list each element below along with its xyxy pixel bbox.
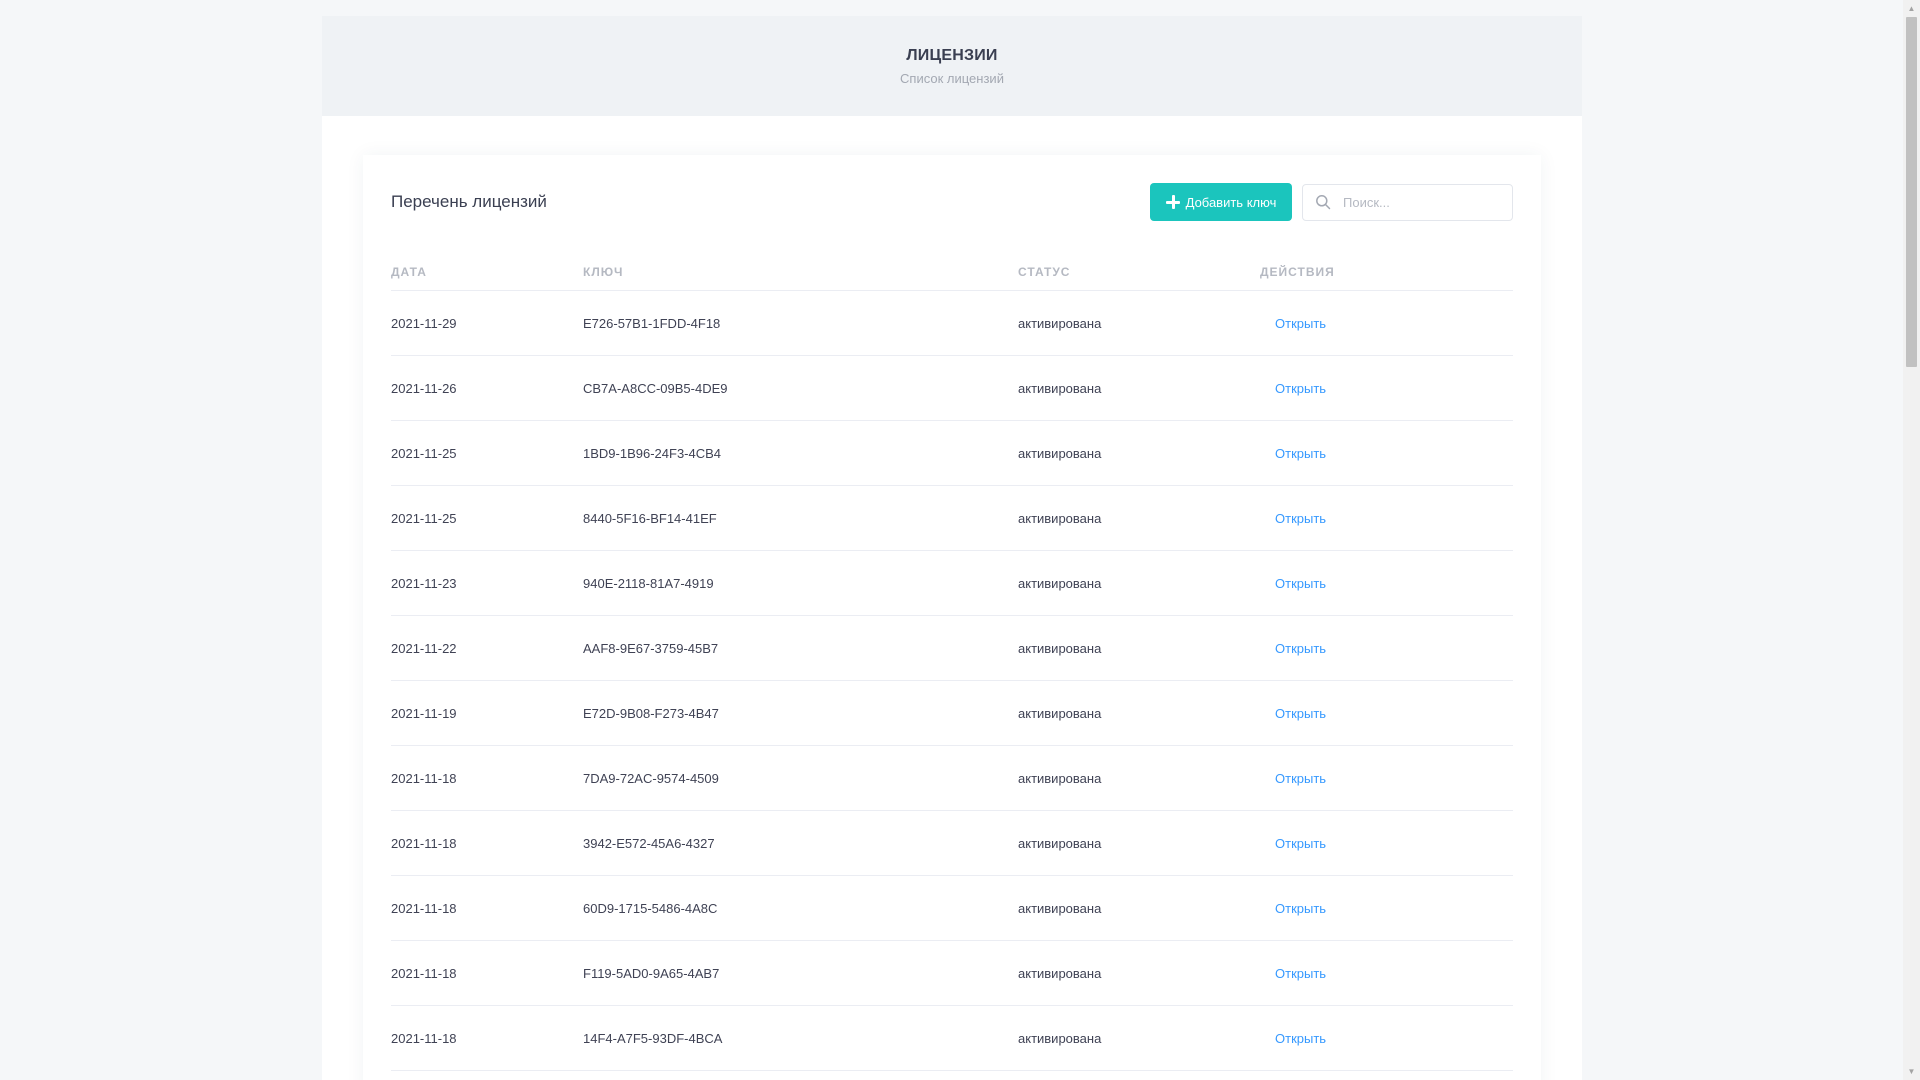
cell-status: активирована [1018, 680, 1260, 746]
table-row: 2021-11-26 CB7A-A8CC-09B5-4DE9 активиров… [391, 355, 1513, 421]
cell-key: E726-57B1-1FDD-4F18 [583, 290, 1018, 356]
cell-key: 60D9-1715-5486-4A8C [583, 875, 1018, 941]
cell-date: 2021-11-29 [391, 290, 583, 356]
open-link[interactable]: Открыть [1275, 446, 1326, 461]
cell-date: 2021-11-23 [391, 550, 583, 616]
column-header-date[interactable]: ДАТА [391, 254, 583, 291]
cell-date: 2021-11-18 [391, 1005, 583, 1071]
open-link[interactable]: Открыть [1275, 1031, 1326, 1046]
cell-key: F119-5AD0-9A65-4AB7 [583, 940, 1018, 1006]
scrollbar-thumb[interactable] [1906, 17, 1917, 367]
cell-key: CB7A-A8CC-09B5-4DE9 [583, 355, 1018, 421]
cell-date: 2021-11-18 [391, 810, 583, 876]
plus-icon [1165, 195, 1180, 209]
licenses-page: ЛИЦЕНЗИИ Список лицензий Перечень лиценз… [322, 16, 1582, 1080]
cell-date: 2021-11-18 [391, 875, 583, 941]
open-link[interactable]: Открыть [1275, 771, 1326, 786]
table-row: 2021-11-29 E726-57B1-1FDD-4F18 активиров… [391, 290, 1513, 356]
cell-date: 2021-11-26 [391, 355, 583, 421]
cell-status: активирована [1018, 1005, 1260, 1071]
cell-key: 940E-2118-81A7-4919 [583, 550, 1018, 616]
cell-actions: Открыть [1260, 355, 1513, 421]
page-subtitle: Список лицензий [900, 70, 1004, 86]
cell-date: 2021-11-19 [391, 680, 583, 746]
card-header: Перечень лицензий Добавить ключ [391, 182, 1513, 222]
cell-actions: Открыть [1260, 680, 1513, 746]
search-icon [1316, 195, 1331, 210]
cell-status: активирована [1018, 745, 1260, 811]
column-header-key[interactable]: КЛЮЧ [583, 254, 1018, 291]
table-row: 2021-11-18 3942-E572-45A6-4327 активиров… [391, 810, 1513, 876]
vertical-scrollbar[interactable]: ▲ ▼ [1903, 0, 1920, 1080]
page-header: ЛИЦЕНЗИИ Список лицензий [322, 16, 1582, 116]
cell-key: AAF8-9E67-3759-45B7 [583, 615, 1018, 681]
cell-actions: Открыть [1260, 550, 1513, 616]
open-link[interactable]: Открыть [1275, 641, 1326, 656]
search-box[interactable] [1302, 183, 1513, 221]
cell-actions: Открыть [1260, 1005, 1513, 1071]
cell-date: 2021-11-22 [391, 615, 583, 681]
table-row: 2021-11-18 60D9-1715-5486-4A8C активиров… [391, 875, 1513, 941]
cell-date: 2021-11-18 [391, 745, 583, 811]
cell-actions: Открыть [1260, 615, 1513, 681]
open-link[interactable]: Открыть [1275, 511, 1326, 526]
cell-actions: Открыть [1260, 940, 1513, 1006]
table-row: 2021-11-23 940E-2118-81A7-4919 активиров… [391, 550, 1513, 616]
table-row: 2021-11-19 E72D-9B08-F273-4B47 активиров… [391, 680, 1513, 746]
cell-status: активирована [1018, 810, 1260, 876]
cell-date: 2021-11-25 [391, 420, 583, 486]
table-row: 2021-11-25 1BD9-1B96-24F3-4CB4 активиров… [391, 420, 1513, 486]
table-row: 2021-11-18 F119-5AD0-9A65-4AB7 активиров… [391, 940, 1513, 1006]
table-row: 2021-11-18 14F4-A7F5-93DF-4BCA активиров… [391, 1005, 1513, 1071]
cell-key: 14F4-A7F5-93DF-4BCA [583, 1005, 1018, 1071]
cell-actions: Открыть [1260, 290, 1513, 356]
cell-actions: Открыть [1260, 485, 1513, 551]
add-key-button[interactable]: Добавить ключ [1150, 183, 1292, 221]
open-link[interactable]: Открыть [1275, 316, 1326, 331]
licenses-table: ДАТА КЛЮЧ СТАТУС ДЕЙСТВИЯ 2021-11-29 E72… [391, 254, 1513, 1071]
cell-status: активирована [1018, 550, 1260, 616]
cell-status: активирована [1018, 615, 1260, 681]
table-row: 2021-11-25 8440-5F16-BF14-41EF активиров… [391, 485, 1513, 551]
open-link[interactable]: Открыть [1275, 706, 1326, 721]
cell-date: 2021-11-25 [391, 485, 583, 551]
open-link[interactable]: Открыть [1275, 836, 1326, 851]
open-link[interactable]: Открыть [1275, 381, 1326, 396]
table-header-row: ДАТА КЛЮЧ СТАТУС ДЕЙСТВИЯ [391, 254, 1513, 291]
open-link[interactable]: Открыть [1275, 576, 1326, 591]
cell-date: 2021-11-18 [391, 940, 583, 1006]
add-key-button-label: Добавить ключ [1185, 194, 1277, 210]
card-title: Перечень лицензий [391, 192, 547, 211]
cell-status: активирована [1018, 355, 1260, 421]
cell-status: активирована [1018, 420, 1260, 486]
table-row: 2021-11-18 7DA9-72AC-9574-4509 активиров… [391, 745, 1513, 811]
licenses-card: Перечень лицензий Добавить ключ ДАТА КЛЮ… [363, 155, 1541, 1080]
table-row: 2021-11-22 AAF8-9E67-3759-45B7 активиров… [391, 615, 1513, 681]
cell-key: 3942-E572-45A6-4327 [583, 810, 1018, 876]
cell-key: 7DA9-72AC-9574-4509 [583, 745, 1018, 811]
cell-actions: Открыть [1260, 420, 1513, 486]
cell-status: активирована [1018, 485, 1260, 551]
cell-actions: Открыть [1260, 810, 1513, 876]
cell-key: 8440-5F16-BF14-41EF [583, 485, 1018, 551]
column-header-status[interactable]: СТАТУС [1018, 254, 1260, 291]
column-header-actions: ДЕЙСТВИЯ [1260, 254, 1513, 291]
search-input[interactable] [1341, 193, 1505, 211]
cell-actions: Открыть [1260, 745, 1513, 811]
cell-status: активирована [1018, 940, 1260, 1006]
cell-key: 1BD9-1B96-24F3-4CB4 [583, 420, 1018, 486]
cell-key: E72D-9B08-F273-4B47 [583, 680, 1018, 746]
cell-status: активирована [1018, 875, 1260, 941]
cell-status: активирована [1018, 290, 1260, 356]
cell-actions: Открыть [1260, 875, 1513, 941]
open-link[interactable]: Открыть [1275, 966, 1326, 981]
open-link[interactable]: Открыть [1275, 901, 1326, 916]
scroll-down-arrow-icon[interactable]: ▼ [1903, 1063, 1920, 1080]
scroll-up-arrow-icon[interactable]: ▲ [1903, 0, 1920, 17]
page-title: ЛИЦЕНЗИИ [906, 46, 998, 64]
